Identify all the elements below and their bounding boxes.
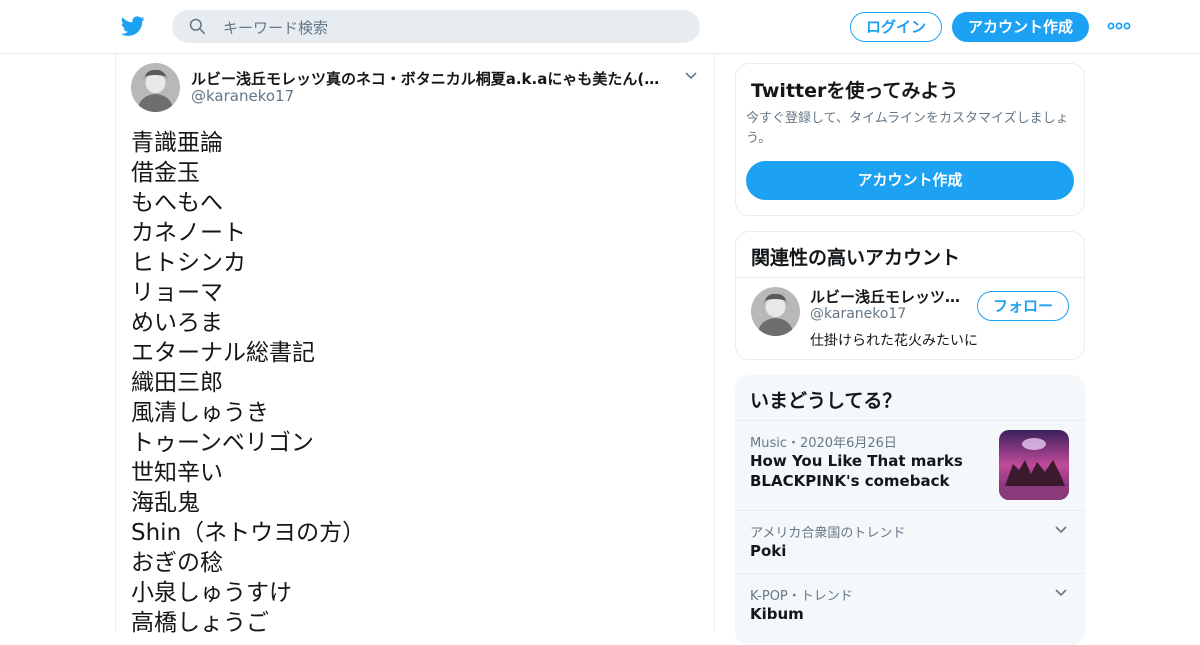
related-account-handle[interactable]: @karaneko17: [810, 306, 906, 322]
tweet-line: 織田三郎: [131, 370, 223, 396]
tweet-line: リョーマ: [131, 280, 223, 306]
signup-button[interactable]: アカウント作成: [952, 12, 1089, 42]
trend-title[interactable]: How You Like That marks BLACKPINK's come…: [750, 451, 985, 491]
tweet-author-handle[interactable]: @karaneko17: [191, 87, 294, 105]
trend-meta: アメリカ合衆国のトレンド: [750, 526, 906, 541]
tweet-line: 海乱鬼: [131, 490, 200, 516]
signup-card: Twitterを使ってみよう 今すぐ登録して、タイムラインをカスタマイズしましょ…: [735, 63, 1085, 216]
avatar-image: [131, 63, 180, 112]
tweet-line: 青識亜論: [131, 130, 223, 156]
tweet-line: ヒトシンカ: [131, 250, 246, 276]
tweet-line: めいろま: [131, 310, 223, 336]
signup-card-title: Twitterを使ってみよう: [751, 80, 959, 102]
chevron-down-icon[interactable]: [683, 68, 699, 84]
more-icon[interactable]: [1106, 16, 1132, 36]
search-icon: [189, 18, 206, 35]
trend-thumbnail[interactable]: [999, 430, 1069, 500]
tweet-line: 高橋しょうご: [131, 610, 269, 636]
related-account-bio: 仕掛けられた花火みたいに: [810, 333, 978, 349]
tweet-line: カネノート: [131, 220, 246, 246]
trends-card: いまどうしてる？ Music・2020年6月26日 How You Like T…: [735, 375, 1085, 645]
twitter-logo-icon[interactable]: [120, 14, 146, 38]
search-input[interactable]: キーワード検索: [223, 17, 328, 38]
divider: [735, 573, 1085, 574]
chevron-down-icon[interactable]: [1053, 585, 1069, 601]
signup-card-button[interactable]: アカウント作成: [746, 161, 1074, 200]
avatar[interactable]: [131, 63, 180, 112]
tweet-line: 風清しゅうき: [131, 400, 269, 426]
trends-title: いまどうしてる？: [750, 390, 902, 412]
related-accounts-card: 関連性の高いアカウント ルビー浅丘モレッツ… @karaneko17 仕掛けられ…: [735, 231, 1085, 360]
tweet-line: おぎの稔: [131, 550, 223, 576]
tweet-line: もへもへ: [131, 190, 223, 216]
related-account-name[interactable]: ルビー浅丘モレッツ…: [810, 286, 970, 307]
tweet-line: エターナル総書記: [131, 340, 315, 366]
divider: [735, 420, 1085, 421]
login-button[interactable]: ログイン: [850, 12, 942, 42]
signup-card-description: 今すぐ登録して、タイムラインをカスタマイズしましょう。: [746, 111, 1069, 146]
trend-meta: K-POP・トレンド: [750, 589, 853, 604]
tweet-text: 青識亜論 借金玉 もへもへ カネノート ヒトシンカ リョーマ めいろま エターナ…: [131, 128, 691, 638]
tweet-column: ルビー浅丘モレッツ真のネコ・ボタニカル桐夏a.k.aにゃも美たん(イ… @kar…: [115, 54, 715, 636]
search-bar[interactable]: キーワード検索: [172, 10, 700, 43]
chevron-down-icon[interactable]: [1053, 522, 1069, 538]
tweet-author-name[interactable]: ルビー浅丘モレッツ真のネコ・ボタニカル桐夏a.k.aにゃも美たん(イ…: [191, 68, 669, 89]
tweet-line: 借金玉: [131, 160, 200, 186]
tweet-line: Shin（ネトウヨの方）: [131, 520, 366, 546]
trend-title[interactable]: Kibum: [750, 604, 804, 624]
trend-image: [999, 430, 1069, 500]
trend-meta: Music・2020年6月26日: [750, 436, 897, 451]
tweet-line: トゥーンベリゴン: [131, 430, 314, 456]
top-bar: キーワード検索 ログイン アカウント作成: [0, 0, 1200, 54]
follow-button[interactable]: フォロー: [977, 291, 1069, 321]
avatar-image: [751, 287, 800, 336]
trend-title[interactable]: Poki: [750, 541, 786, 561]
avatar[interactable]: [751, 287, 800, 336]
tweet-line: 小泉しゅうすけ: [131, 580, 292, 606]
divider: [735, 510, 1085, 511]
related-accounts-title: 関連性の高いアカウント: [751, 247, 961, 269]
divider: [736, 277, 1084, 278]
tweet-line: 世知辛い: [131, 460, 223, 486]
